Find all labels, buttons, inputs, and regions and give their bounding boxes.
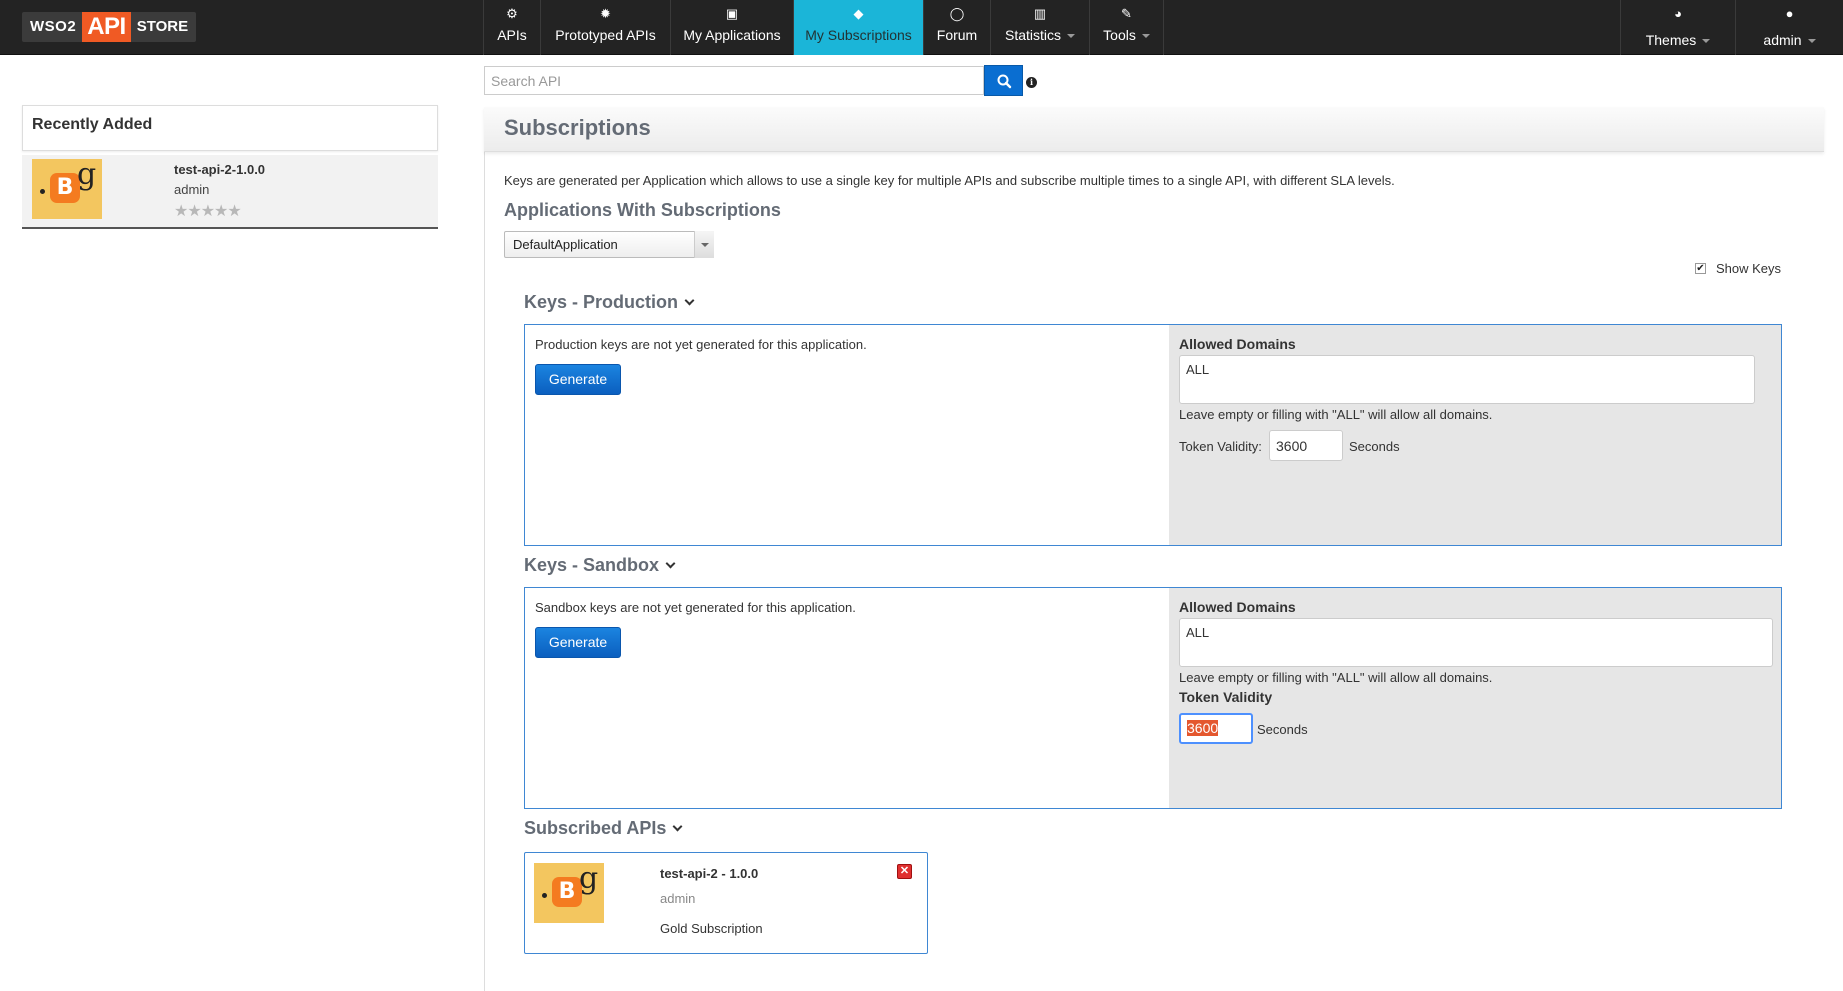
nav-apis[interactable]: ⚙ APIs (483, 0, 540, 55)
cogs-icon: ⚙ (506, 6, 518, 21)
subscribed-api-owner: admin (660, 891, 696, 906)
keys-sandbox-toggle[interactable]: Keys - Sandbox (524, 555, 676, 576)
nav-statistics[interactable]: ▥ Statistics (990, 0, 1089, 55)
sandbox-allowed-domains-field[interactable]: ALL (1179, 618, 1773, 667)
bar-chart-icon: ▥ (1033, 6, 1047, 21)
dashboard-icon: ◕ (1674, 6, 1682, 21)
production-token-validity-input[interactable] (1269, 430, 1343, 461)
keys-production-toggle[interactable]: Keys - Production (524, 292, 695, 313)
cog-icon: ✹ (600, 6, 611, 21)
user-label: admin (1736, 32, 1843, 48)
chevron-down-icon (1067, 34, 1075, 39)
application-select-value: DefaultApplication (513, 237, 618, 252)
production-allowed-domains-field[interactable]: ALL (1179, 355, 1755, 404)
subscribed-apis-title: Subscribed APIs (524, 818, 667, 838)
generate-sandbox-button[interactable]: Generate (535, 627, 621, 658)
themes-menu[interactable]: ◕ Themes (1620, 0, 1735, 55)
logo-api-text: API (82, 12, 131, 42)
chevron-down-icon (665, 558, 676, 569)
applications-heading: Applications With Subscriptions (504, 200, 781, 220)
subscribed-api-name[interactable]: test-api-2 - 1.0.0 (660, 866, 758, 881)
nav-my-applications-label: My Applications (683, 27, 781, 43)
domains-help-text: Leave empty or filling with "ALL" will a… (1179, 407, 1493, 422)
search-icon (997, 74, 1012, 89)
show-keys-label[interactable]: Show Keys (1716, 261, 1781, 276)
allowed-domains-label: Allowed Domains (1179, 336, 1296, 352)
recent-api-name[interactable]: test-api-2-1.0.0 (174, 162, 265, 177)
api-thumbnail[interactable]: Bg (534, 863, 604, 923)
themes-label: Themes (1621, 32, 1735, 48)
keys-sandbox-title: Keys - Sandbox (524, 555, 660, 575)
nav-tools-label: Tools (1090, 27, 1163, 43)
selected-text: 3600 (1187, 720, 1219, 736)
api-thumbnail[interactable]: Bg (32, 159, 102, 219)
page-title: Subscriptions (504, 115, 651, 140)
generate-production-button[interactable]: Generate (535, 364, 621, 395)
nav-forum-label: Forum (936, 27, 978, 43)
nav-tools[interactable]: ✎ Tools (1089, 0, 1164, 55)
chevron-down-icon (1807, 39, 1816, 44)
chevron-down-icon (1141, 34, 1150, 39)
allowed-domains-label: Allowed Domains (1179, 599, 1296, 615)
logo-wso2-text: WSO2 (30, 18, 77, 35)
select-arrow-icon[interactable] (694, 231, 714, 258)
comment-icon: ◯ (949, 6, 965, 21)
sandbox-keys-message: Sandbox keys are not yet generated for t… (535, 600, 856, 615)
nav-forum[interactable]: ◯ Forum (923, 0, 990, 55)
recently-added-title: Recently Added (32, 116, 153, 133)
chevron-down-icon (684, 295, 695, 306)
subscribed-apis-toggle[interactable]: Subscribed APIs (524, 818, 683, 839)
search-input[interactable] (484, 66, 984, 95)
seconds-label: Seconds (1257, 722, 1308, 737)
chevron-down-icon (1702, 39, 1711, 44)
seconds-label: Seconds (1349, 439, 1400, 454)
search-button[interactable] (984, 65, 1023, 96)
briefcase-icon: ▣ (725, 6, 739, 21)
subscription-tier: Gold Subscription (660, 921, 763, 936)
sandbox-token-validity-input[interactable]: 3600 (1179, 713, 1253, 744)
nav-my-subscriptions-label: My Subscriptions (805, 27, 912, 43)
rating-stars[interactable]: ★★★★★ (174, 201, 242, 221)
show-keys-checkbox[interactable]: ✔ (1695, 263, 1706, 274)
chevron-down-icon (672, 821, 683, 832)
production-keys-message: Production keys are not yet generated fo… (535, 337, 867, 352)
nav-statistics-label: Statistics (991, 27, 1089, 43)
token-validity-label: Token Validity: (1179, 439, 1262, 454)
recent-api-owner: admin (174, 182, 210, 197)
nav-apis-label: APIs (497, 27, 527, 43)
token-validity-label: Token Validity (1179, 689, 1273, 705)
nav-my-subscriptions[interactable]: ◆ My Subscriptions (793, 0, 923, 55)
wso2-api-store-logo[interactable]: WSO2 API STORE (22, 12, 197, 42)
unsubscribe-close-icon[interactable]: ✕ (897, 864, 912, 879)
logo-store-text: STORE (136, 18, 189, 35)
main-panel-header (484, 107, 1824, 152)
wrench-icon: ✎ (1121, 6, 1132, 21)
intro-text: Keys are generated per Application which… (504, 173, 1395, 188)
user-menu[interactable]: ● admin (1735, 0, 1843, 55)
user-icon: ● (1785, 6, 1794, 21)
domains-help-text: Leave empty or filling with "ALL" will a… (1179, 670, 1493, 685)
tags-icon: ◆ (853, 6, 864, 21)
nav-prototyped-apis[interactable]: ✹ Prototyped APIs (540, 0, 670, 55)
info-icon[interactable]: i (1026, 77, 1037, 88)
keys-production-title: Keys - Production (524, 292, 679, 312)
nav-my-applications[interactable]: ▣ My Applications (670, 0, 793, 55)
nav-prototyped-apis-label: Prototyped APIs (555, 27, 656, 43)
